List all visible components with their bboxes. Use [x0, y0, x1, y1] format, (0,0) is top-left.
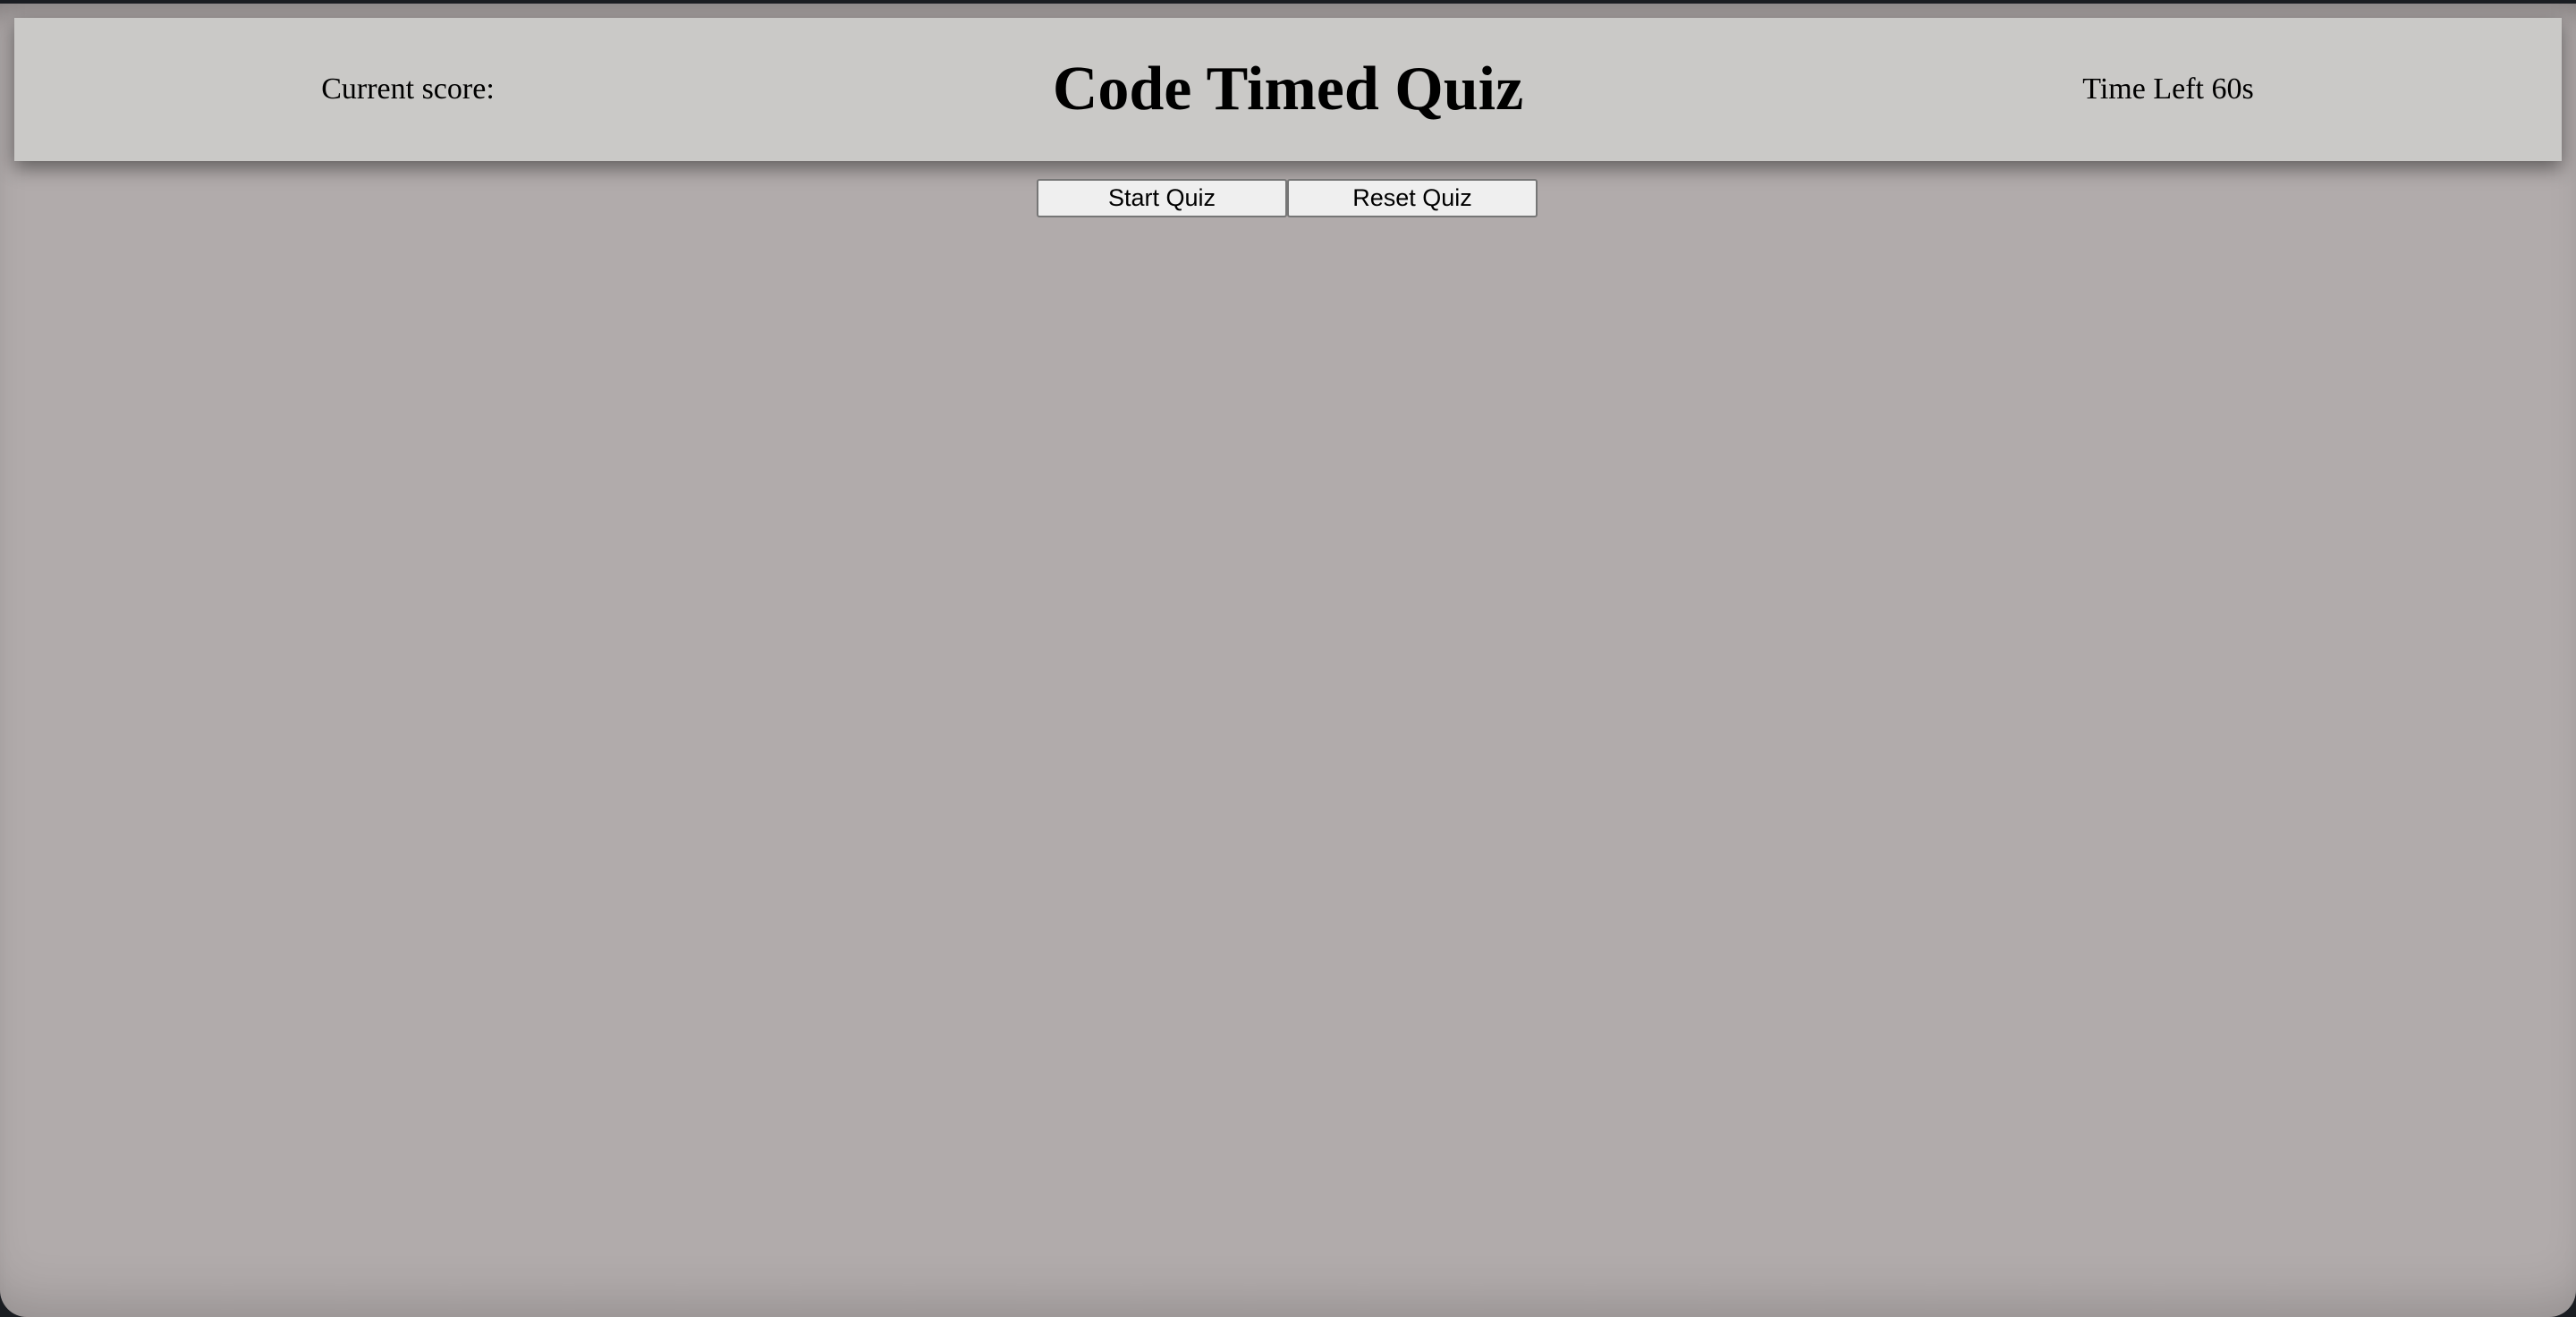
page-background: Current score: Code Timed Quiz Time Left…: [0, 4, 2576, 1317]
reset-quiz-button[interactable]: Reset Quiz: [1287, 179, 1538, 217]
quiz-controls: Start Quiz Reset Quiz: [1037, 179, 1538, 217]
header-bar: Current score: Code Timed Quiz Time Left…: [14, 18, 2562, 161]
time-left: Time Left 60s: [2082, 72, 2254, 106]
start-quiz-button[interactable]: Start Quiz: [1037, 179, 1287, 217]
